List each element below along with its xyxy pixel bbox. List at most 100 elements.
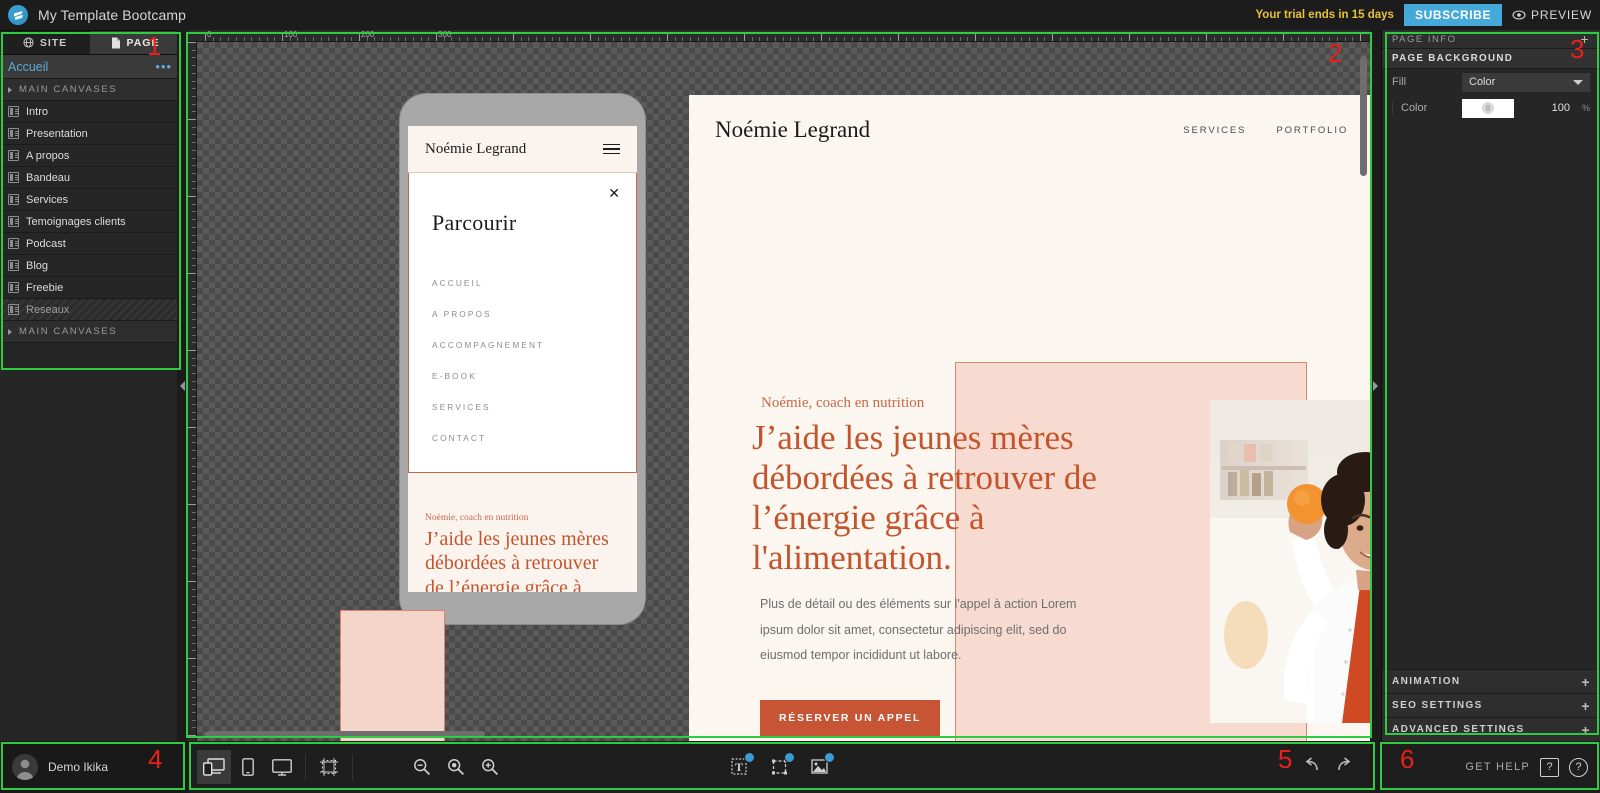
close-icon[interactable]: ✕ (608, 185, 620, 202)
chat-help-icon[interactable]: ? (1569, 757, 1588, 777)
canvas-horizontal-scrollbar[interactable] (205, 731, 485, 738)
ruler-tick (192, 480, 196, 482)
ruler-tick (192, 642, 196, 644)
ruler-tick (192, 211, 196, 213)
site-nav-link[interactable]: PORTFOLIO (1276, 125, 1348, 136)
ruler-tick (867, 37, 869, 41)
mobile-nav-link[interactable]: ACCUEIL (432, 278, 613, 288)
ruler-tick (936, 37, 938, 41)
ruler-tick (192, 188, 196, 190)
add-text-button[interactable]: T (723, 750, 757, 784)
redo-button[interactable] (1335, 756, 1352, 778)
list-item-label: Intro (26, 105, 49, 118)
zoom-out-button[interactable] (405, 750, 439, 784)
current-page-row[interactable]: Accueil ••• (0, 55, 180, 79)
tab-site[interactable]: SITE (0, 31, 90, 55)
ruler-tick (192, 203, 196, 205)
mobile-nav-link[interactable]: ACCOMPAGNEMENT (432, 340, 613, 350)
plus-icon[interactable]: + (1581, 675, 1591, 689)
zoom-in-button[interactable] (473, 750, 507, 784)
opacity-value[interactable]: 100 (1552, 102, 1570, 114)
list-item[interactable]: Services (0, 189, 180, 211)
ruler-tick (228, 37, 230, 41)
collapse-left-panel-button[interactable] (177, 30, 187, 741)
docs-icon[interactable]: ? (1540, 757, 1559, 777)
hero-cta-button[interactable]: RÉSERVER UN APPEL (760, 700, 941, 736)
mobile-nav-link[interactable]: E-BOOK (432, 371, 613, 381)
hero-section: Noémie, coach en nutrition J’aide les je… (689, 165, 1370, 741)
ellipsis-icon[interactable]: ••• (155, 59, 172, 74)
desktop-preview-canvas[interactable]: Noémie Legrand SERVICESPORTFOLIOA PROPOS… (689, 95, 1370, 741)
hamburger-menu-icon[interactable] (603, 143, 620, 155)
add-shape-button[interactable] (763, 750, 797, 784)
vertical-ruler[interactable] (187, 42, 197, 741)
page-info-header[interactable]: PAGE INFO + (1382, 30, 1600, 49)
ruler-tick (192, 319, 196, 321)
accordion-header[interactable]: SEO SETTINGS + (1382, 693, 1600, 717)
top-bar-actions: Your trial ends in 15 days SUBSCRIBE PRE… (1255, 4, 1600, 26)
list-item[interactable]: A propos (0, 145, 180, 167)
desktop-view-button[interactable] (265, 750, 299, 784)
ruler-tick (192, 611, 196, 613)
list-item[interactable]: Intro (0, 101, 180, 123)
group-main-canvases-top[interactable]: MAIN CANVASES (0, 79, 180, 101)
accordion-header[interactable]: ADVANCED SETTINGS + (1382, 717, 1600, 741)
fill-select[interactable]: Color (1462, 72, 1590, 92)
list-item[interactable]: Reseaux (0, 299, 180, 321)
ruler-tick (192, 172, 196, 174)
mobile-preview-frame[interactable]: Noémie Legrand ✕ Parcourir ACCUEIL A PROP… (400, 94, 645, 624)
list-item[interactable]: Freebie (0, 277, 180, 299)
user-name: Demo Ikika (48, 760, 109, 774)
ruler-tick (1259, 37, 1261, 41)
get-help-label[interactable]: GET HELP (1465, 761, 1530, 773)
plus-icon[interactable]: + (1580, 32, 1590, 46)
subscribe-button[interactable]: SUBSCRIBE (1403, 4, 1503, 26)
section-icon (8, 238, 19, 249)
undo-button[interactable] (1304, 756, 1321, 778)
ruler-tick (1283, 33, 1284, 41)
page-background-header[interactable]: PAGE BACKGROUND (1382, 49, 1600, 69)
zoom-fit-button[interactable] (439, 750, 473, 784)
add-image-button[interactable] (803, 750, 837, 784)
responsive-view-button[interactable] (197, 750, 231, 784)
ruler-tick (192, 157, 196, 159)
preview-button[interactable]: PREVIEW (1512, 8, 1592, 22)
color-row: Color 8 100 % (1382, 95, 1600, 121)
group-main-canvases-bottom[interactable]: MAIN CANVASES (0, 321, 180, 343)
list-item[interactable]: Temoignages clients (0, 211, 180, 233)
list-item[interactable]: Podcast (0, 233, 180, 255)
accordion-header[interactable]: ANIMATION + (1382, 669, 1600, 693)
horizontal-ruler[interactable]: 0 100 200 300 (187, 30, 1370, 42)
site-nav-link[interactable]: SERVICES (1183, 125, 1246, 136)
color-swatch[interactable]: 8 (1462, 98, 1514, 118)
list-item[interactable]: Blog (0, 255, 180, 277)
ruler-tick (192, 519, 196, 521)
mobile-nav-link[interactable]: CONTACT (432, 433, 613, 443)
hero-photo[interactable] (1210, 400, 1370, 723)
canvas-viewport[interactable]: Noémie Legrand ✕ Parcourir ACCUEIL A PROP… (197, 42, 1370, 741)
plus-icon[interactable]: + (1581, 699, 1591, 713)
ruler-tick (451, 37, 453, 41)
ruler-tick (220, 37, 222, 41)
mobile-nav-link[interactable]: A PROPOS (432, 309, 613, 319)
tab-page[interactable]: PAGE (90, 31, 180, 55)
mobile-preview-screen[interactable]: Noémie Legrand ✕ Parcourir ACCUEIL A PROP… (408, 126, 637, 592)
mobile-nav-link[interactable]: SERVICES (432, 402, 613, 412)
ruler-tick (192, 627, 196, 629)
ruler-tick (188, 350, 196, 351)
collapse-right-panel-button[interactable] (1370, 30, 1380, 741)
app-logo-icon[interactable] (8, 5, 28, 25)
grid-guides-button[interactable] (312, 750, 346, 784)
ruler-tick (828, 37, 830, 41)
ruler-tick (844, 37, 846, 41)
plus-icon[interactable]: + (1581, 723, 1591, 737)
hero-eyebrow: Noémie, coach en nutrition (761, 395, 925, 411)
canvas-vertical-scrollbar[interactable] (1360, 56, 1367, 176)
ruler-tick (192, 411, 196, 413)
user-bar[interactable]: Demo Ikika (0, 741, 187, 793)
ruler-tick (466, 37, 468, 41)
list-item-label: Reseaux (26, 303, 70, 316)
mobile-view-button[interactable] (231, 750, 265, 784)
list-item[interactable]: Bandeau (0, 167, 180, 189)
list-item[interactable]: Presentation (0, 123, 180, 145)
